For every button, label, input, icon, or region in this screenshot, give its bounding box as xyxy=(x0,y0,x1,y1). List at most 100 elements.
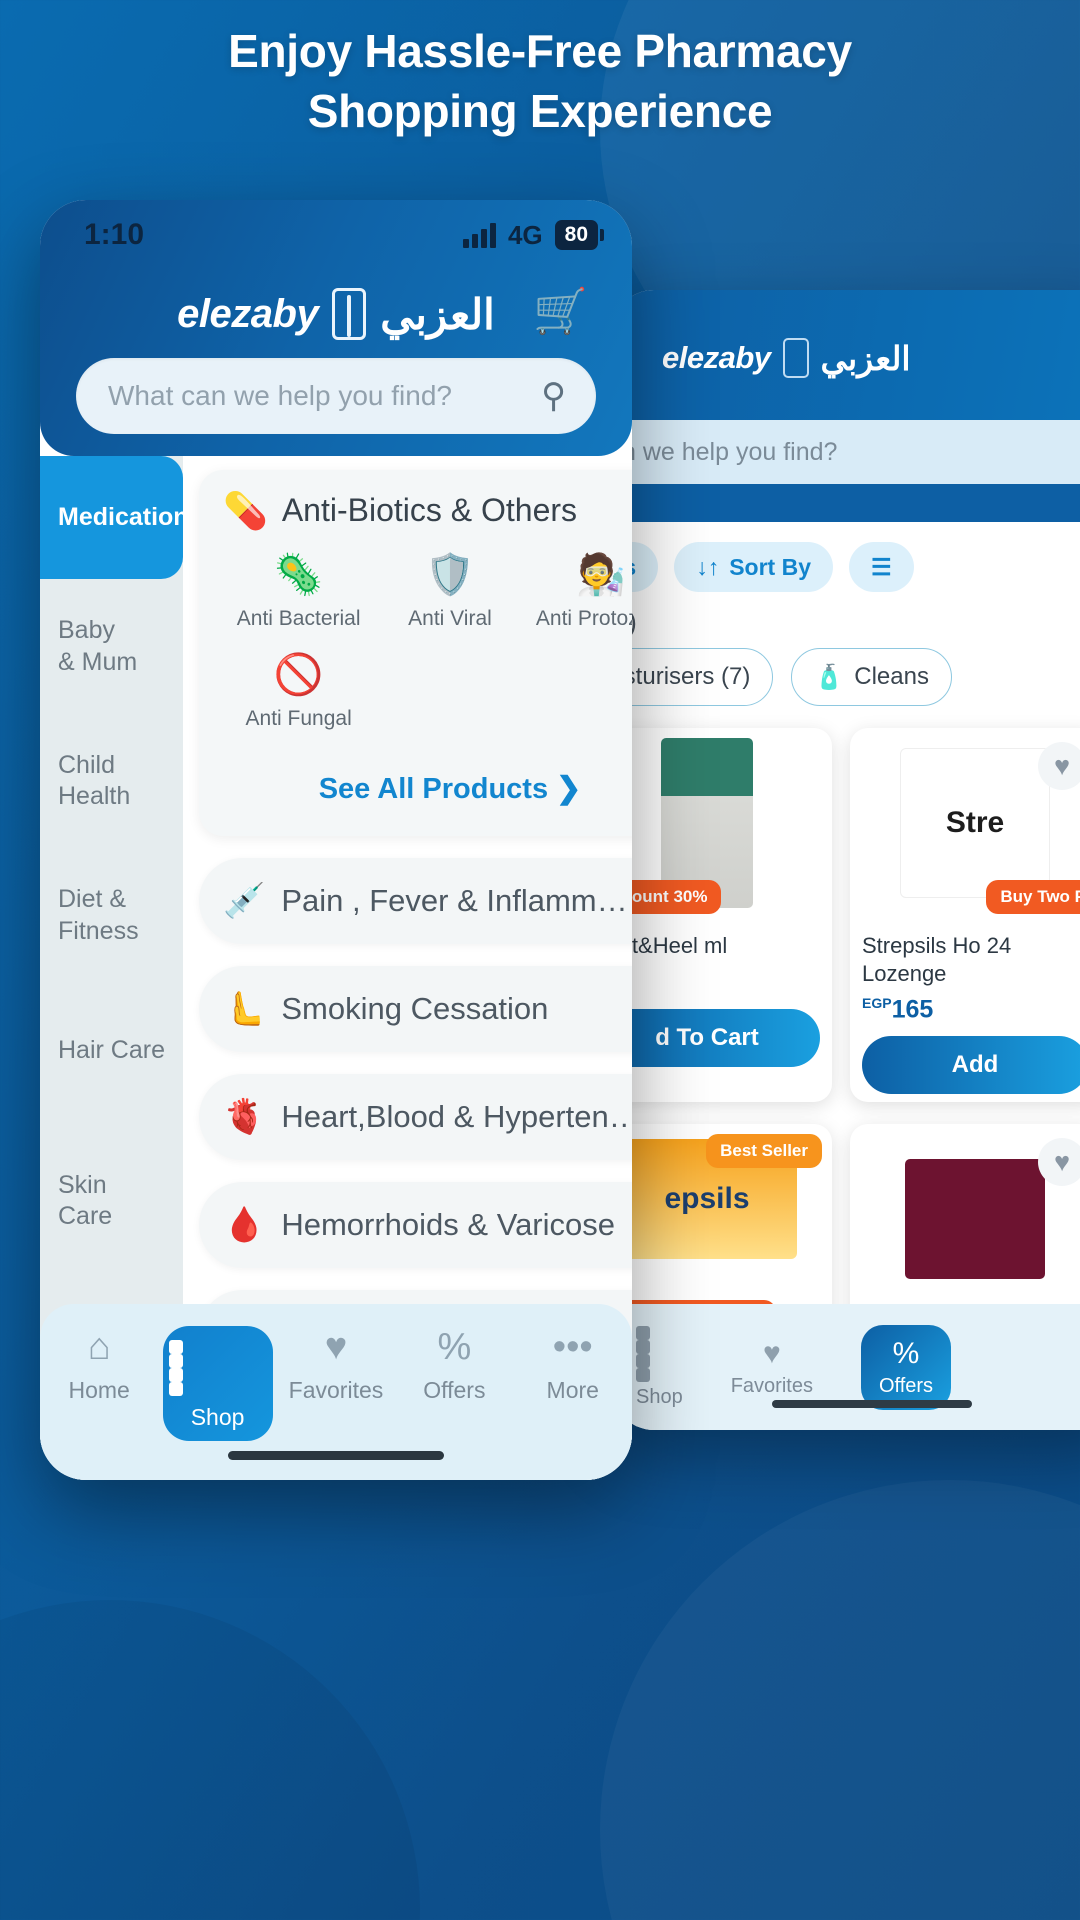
sort-by-label: Sort By xyxy=(729,553,811,580)
nav-active-pill: Shop xyxy=(162,1326,273,1441)
back-phone-header: elezaby العزبي xyxy=(612,290,1080,420)
back-nav-item-offers[interactable]: % Offers xyxy=(860,1324,952,1410)
headline-line-1: Enjoy Hassle-Free Pharmacy xyxy=(228,25,852,77)
shopping-cart-icon[interactable]: 🛒 xyxy=(533,290,588,334)
product-card[interactable]: Discount 30% Foot&Heel ml 9 d To Cart xyxy=(612,728,832,1103)
back-result-count: 7) xyxy=(612,592,1080,644)
filter-chip-cleansers[interactable]: 🧴 Cleans xyxy=(791,648,952,706)
subcategory-anti-fungal[interactable]: 🚫 Anti Fungal xyxy=(223,655,374,755)
nav-item-favorites[interactable]: ♥ Favorites xyxy=(281,1326,391,1404)
category-row-pain-fever[interactable]: 💉 Pain , Fever & Inflamm… ◀ xyxy=(199,858,632,944)
sort-by-chip[interactable]: ↓↑ Sort By xyxy=(674,542,833,592)
search-icon[interactable]: ⚲ xyxy=(541,376,566,416)
favorite-heart-icon[interactable]: ♥ xyxy=(1038,1138,1080,1187)
back-phone-bottom-nav: Shop ♥ Favorites % Offers xyxy=(612,1304,1080,1430)
grid-shop-icon xyxy=(636,1325,683,1382)
filter-chip-moisturisers[interactable]: oisturisers (7) xyxy=(612,648,774,706)
veins-icon: 🩸 xyxy=(223,1206,266,1244)
add-to-cart-button[interactable]: Add xyxy=(862,1036,1080,1095)
status-indicators: 4G 80 xyxy=(462,219,605,251)
grid-shop-icon xyxy=(168,1340,267,1396)
nav-item-offers[interactable]: % Offers xyxy=(399,1326,509,1404)
background-blob-bottom-right xyxy=(600,1480,1080,1920)
sidebar-item-diet-and-fitness[interactable]: Diet & Fitness xyxy=(40,848,183,983)
nav-item-home[interactable]: ⌂ Home xyxy=(44,1326,154,1404)
brand-logo: elezaby العزبي xyxy=(177,288,495,340)
sidebar-item-label: Skin Care xyxy=(58,1171,113,1231)
category-row-hemorrhoids-varicose[interactable]: 🩸 Hemorrhoids & Varicose ◀ xyxy=(199,1182,632,1268)
search-wrapper: What can we help you find? ⚲ xyxy=(40,348,632,434)
subcategory-anti-protozoal[interactable]: 🧑‍🔬 Anti Protozoal xyxy=(526,555,632,655)
subcategory-label: Anti Viral xyxy=(408,607,492,630)
nav-item-shop[interactable]: Shop xyxy=(162,1326,273,1441)
back-filter-chips: oisturisers (7) 🧴 Cleans xyxy=(612,644,1080,706)
percent-badge-icon: % xyxy=(892,1336,920,1370)
background-phone-mockup: elezaby العزبي n we help you find? ters … xyxy=(612,290,1080,1430)
product-name: Strepsils Ho 24 Lozenge xyxy=(862,933,1012,986)
network-type-label: 4G xyxy=(507,219,543,250)
status-bar: 1:10 4G 80 xyxy=(40,200,632,262)
category-row-heart-blood[interactable]: 🫀 Heart,Blood & Hyperten… ◀ xyxy=(199,1074,632,1160)
shield-virus-icon: 🛡️ xyxy=(425,553,475,597)
cleanser-icon: 🧴 xyxy=(814,663,845,691)
sort-arrows-icon: ↓↑ xyxy=(696,553,720,580)
sidebar-item-label: Baby & Mum xyxy=(58,616,138,676)
sidebar-item-child-health[interactable]: Child Health xyxy=(40,714,183,849)
logo-ar-text: العزبي xyxy=(380,290,495,338)
back-nav-label: Shop xyxy=(636,1385,683,1408)
search-placeholder: What can we help you find? xyxy=(108,380,452,411)
medicine-pills-icon: 💊 xyxy=(223,489,268,531)
heart-blood-icon: 🫀 xyxy=(223,1098,266,1136)
home-indicator xyxy=(228,1451,444,1460)
back-logo-en: elezaby xyxy=(662,340,771,375)
nav-item-label: Offers xyxy=(423,1377,486,1403)
category-row-label: Smoking Cessation xyxy=(281,991,549,1026)
no-fungus-icon: 🚫 xyxy=(273,653,324,697)
subcategory-anti-viral[interactable]: 🛡️ Anti Viral xyxy=(374,555,525,655)
product-card[interactable]: Best Seller epsils acks with 170 L.E. On… xyxy=(612,1124,832,1335)
subcategory-anti-bacterial[interactable]: 🦠 Anti Bacterial xyxy=(223,555,374,655)
sidebar-item-baby-and-mum[interactable]: Baby & Mum xyxy=(40,579,183,714)
back-nav-label: Offers xyxy=(878,1374,934,1397)
sidebar-item-skin-care[interactable]: Skin Care xyxy=(40,1118,183,1285)
home-icon: ⌂ xyxy=(87,1326,111,1368)
back-product-grid: Discount 30% Foot&Heel ml 9 d To Cart ♥ … xyxy=(612,706,1080,1103)
expanded-category-title: Anti-Biotics & Others xyxy=(281,492,578,528)
back-product-grid-row2: Best Seller epsils acks with 170 L.E. On… xyxy=(612,1102,1080,1335)
back-nav-item-favorites[interactable]: ♥ Favorites xyxy=(731,1337,813,1398)
microscope-person-icon: 🧑‍🔬 xyxy=(576,553,627,597)
category-row-label: Heart,Blood & Hyperten… xyxy=(281,1099,632,1134)
product-name: Foot&Heel ml xyxy=(612,933,728,958)
foreground-phone-mockup: 1:10 4G 80 elezaby العزبي 🛒 What can we … xyxy=(40,200,632,1480)
back-logo-ar: العزبي xyxy=(820,339,912,377)
sidebar-item-label: Diet & Fitness xyxy=(58,885,139,945)
product-card[interactable]: ♥ Stre Buy Two P Strepsils Ho 24 Lozenge… xyxy=(850,728,1080,1103)
favorite-heart-icon[interactable]: ♥ xyxy=(1038,742,1080,790)
sidebar-item-hair-care[interactable]: Hair Care xyxy=(40,983,183,1118)
add-to-cart-button[interactable]: d To Cart xyxy=(612,1008,820,1067)
search-input[interactable]: What can we help you find? ⚲ xyxy=(76,358,596,434)
back-nav-item-shop[interactable]: Shop xyxy=(636,1325,683,1409)
subcategory-label: Anti Fungal xyxy=(245,707,352,730)
back-phone-logo: elezaby العزبي xyxy=(662,338,911,378)
chevron-right-icon: ❯ xyxy=(556,772,582,805)
back-home-indicator xyxy=(772,1400,972,1408)
background-blob-bottom-left xyxy=(0,1600,420,1920)
see-all-products-link[interactable]: See All Products ❯ xyxy=(223,755,632,806)
filter-chip-label: Cleans xyxy=(854,663,929,690)
back-phone-toolbar: ters ↓↑ Sort By ☰ xyxy=(612,522,1080,592)
nav-item-more[interactable]: ••• More xyxy=(518,1326,628,1404)
no-bacteria-icon: 🦠 xyxy=(273,553,324,597)
nav-item-label: Favorites xyxy=(288,1377,384,1403)
product-card[interactable]: ♥ xyxy=(850,1124,1080,1335)
pharmacy-rod-icon xyxy=(782,338,809,378)
category-row-smoking-cessation[interactable]: 🫷 Smoking Cessation ◀ xyxy=(199,966,632,1052)
category-row-label: Pain , Fever & Inflamm… xyxy=(281,883,628,918)
list-view-chip[interactable]: ☰ xyxy=(849,542,914,592)
back-phone-search-input[interactable]: n we help you find? xyxy=(612,420,1080,484)
heart-icon: ♥ xyxy=(762,1336,781,1370)
sidebar-item-medications[interactable]: Medications xyxy=(40,456,202,580)
expanded-category-header[interactable]: 💊 Anti-Biotics & Others ▼ xyxy=(223,492,632,529)
percent-badge-icon: % xyxy=(437,1326,472,1368)
nav-item-label: Home xyxy=(68,1377,130,1403)
